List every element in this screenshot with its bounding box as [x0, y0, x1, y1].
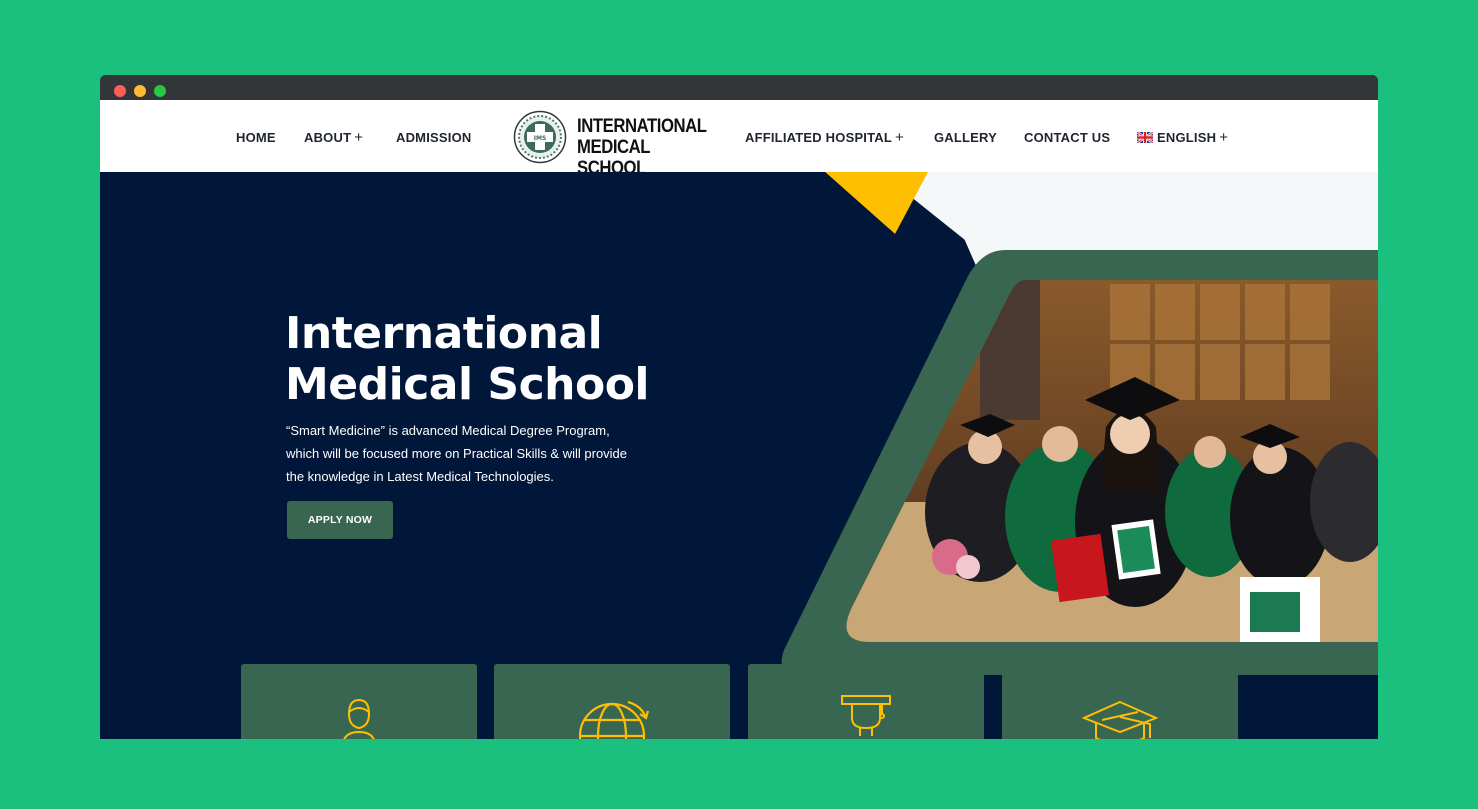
mortarboard-icon — [1081, 700, 1159, 739]
feature-card-education[interactable] — [1002, 664, 1238, 739]
maximize-window-button[interactable] — [154, 85, 166, 97]
minimize-window-button[interactable] — [134, 85, 146, 97]
student-icon — [343, 698, 375, 739]
medical-cross-logo-icon: IMS — [513, 110, 567, 164]
apply-now-button[interactable]: APPLY NOW — [287, 501, 393, 539]
nav-affiliated-hospital[interactable]: AFFILIATED HOSPITAL + — [745, 100, 904, 172]
language-selector[interactable]: ENGLISH + — [1137, 100, 1228, 172]
nav-admission[interactable]: ADMISSION — [396, 100, 471, 172]
main-navbar: HOME ABOUT + ADMISSION IMS INTERNATIONAL … — [100, 100, 1378, 179]
window-titlebar — [100, 75, 1378, 100]
logo-text: INTERNATIONAL MEDICAL SCHOOL — [577, 116, 707, 179]
browser-window: HOME ABOUT + ADMISSION IMS INTERNATIONAL … — [100, 75, 1378, 739]
close-window-button[interactable] — [114, 85, 126, 97]
feature-card-student[interactable] — [241, 664, 477, 739]
globe-icon — [578, 700, 650, 739]
nav-contact-us[interactable]: CONTACT US — [1024, 100, 1110, 172]
hero-title: International Medical School — [285, 308, 650, 410]
site-logo[interactable]: IMS INTERNATIONAL MEDICAL SCHOOL — [513, 110, 707, 179]
graduate-cap-person-icon — [841, 695, 891, 736]
nav-about[interactable]: ABOUT + — [304, 100, 363, 172]
logo-badge-text: IMS — [534, 135, 547, 142]
hero-description: “Smart Medicine” is advanced Medical Deg… — [286, 423, 628, 484]
hero-section: International Medical School “Smart Medi… — [100, 172, 1378, 739]
feature-card-global[interactable] — [494, 664, 730, 739]
expand-icon: + — [354, 129, 364, 146]
nav-home[interactable]: HOME — [236, 100, 276, 172]
expand-icon: + — [1219, 129, 1229, 146]
nav-gallery[interactable]: GALLERY — [934, 100, 997, 172]
feature-card-graduate[interactable] — [748, 664, 984, 739]
expand-icon: + — [895, 129, 904, 146]
uk-flag-icon — [1137, 132, 1153, 143]
